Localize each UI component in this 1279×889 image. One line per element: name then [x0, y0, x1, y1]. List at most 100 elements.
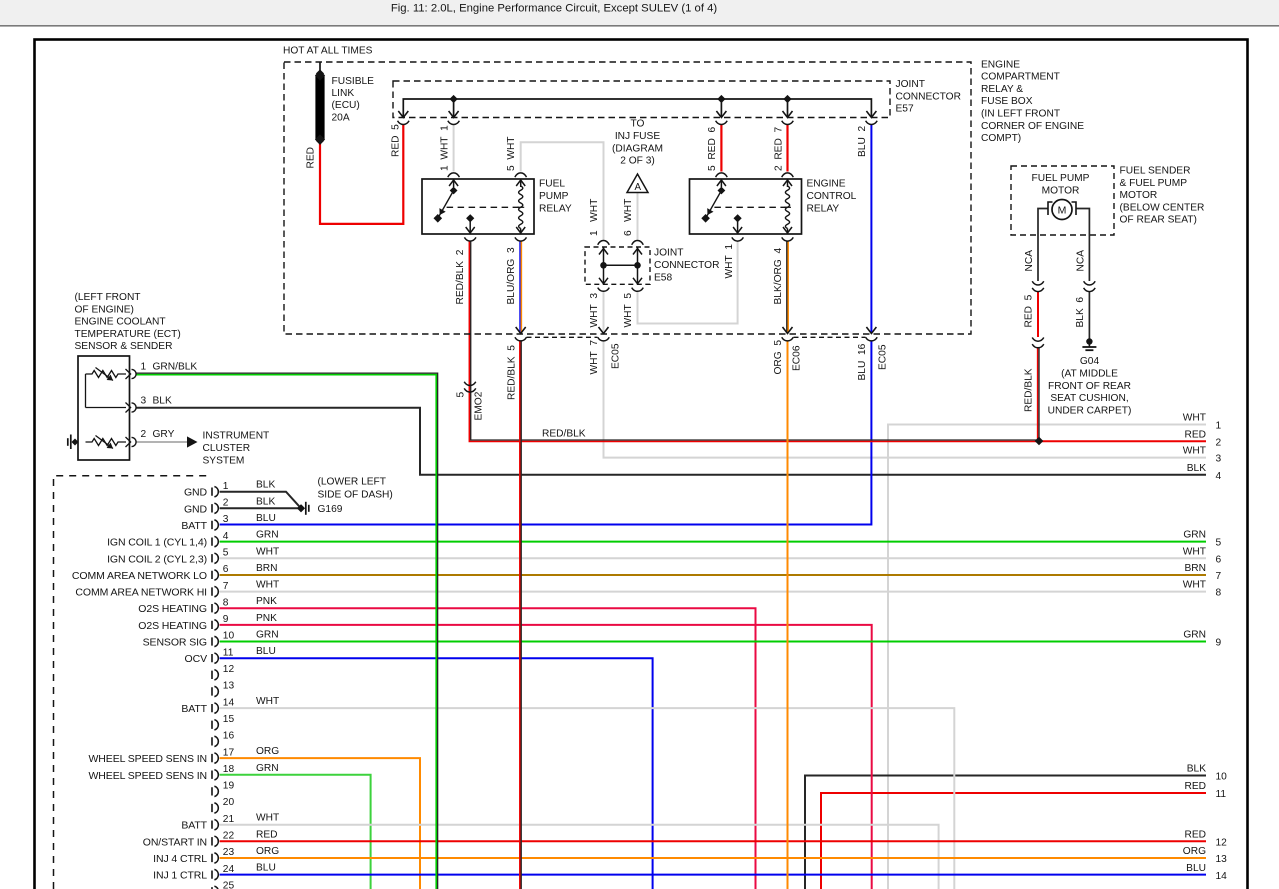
svg-text:BLU 16: BLU 16 — [857, 343, 868, 380]
svg-text:BLU/ORG 3: BLU/ORG 3 — [506, 247, 517, 305]
svg-text:CORNER OF ENGINE: CORNER OF ENGINE — [981, 121, 1084, 132]
svg-text:G169: G169 — [318, 504, 343, 515]
svg-text:17: 17 — [223, 747, 235, 758]
svg-text:BLK: BLK — [1187, 463, 1206, 474]
svg-text:JOINT: JOINT — [896, 79, 925, 90]
svg-text:TEMPERATURE (ECT): TEMPERATURE (ECT) — [75, 329, 181, 340]
svg-text:9: 9 — [1216, 638, 1222, 649]
svg-text:BLK: BLK — [256, 496, 275, 507]
svg-text:10: 10 — [223, 631, 235, 642]
svg-text:ON/START IN: ON/START IN — [143, 836, 207, 848]
svg-text:25: 25 — [223, 881, 235, 889]
svg-text:8: 8 — [223, 597, 229, 608]
svg-text:FUSE BOX: FUSE BOX — [981, 96, 1033, 107]
svg-text:2 RED 7: 2 RED 7 — [773, 127, 784, 171]
svg-text:E57: E57 — [896, 104, 914, 115]
svg-text:1 WHT 1: 1 WHT 1 — [439, 125, 450, 171]
svg-text:WHT: WHT — [1183, 446, 1206, 457]
svg-text:RED 5: RED 5 — [1024, 294, 1035, 327]
svg-text:GND: GND — [184, 487, 208, 499]
svg-text:FUEL: FUEL — [539, 179, 565, 190]
svg-text:RED/BLK 5: RED/BLK 5 — [506, 345, 517, 400]
svg-text:8: 8 — [1216, 588, 1222, 599]
svg-text:JOINT: JOINT — [654, 248, 683, 259]
svg-text:RED: RED — [256, 829, 278, 840]
svg-text:7: 7 — [1216, 571, 1222, 582]
svg-text:CONTROL: CONTROL — [807, 191, 857, 202]
svg-text:5: 5 — [223, 548, 229, 559]
svg-text:1 WHT: 1 WHT — [589, 199, 600, 236]
svg-text:RED/BLK: RED/BLK — [542, 429, 586, 440]
svg-text:ORG: ORG — [1183, 846, 1206, 857]
svg-text:WHT 1: WHT 1 — [724, 244, 735, 279]
svg-text:OF ENGINE): OF ENGINE) — [75, 304, 134, 315]
svg-text:NCA: NCA — [1075, 250, 1086, 272]
svg-text:IGN COIL 1 (CYL 1,4): IGN COIL 1 (CYL 1,4) — [107, 537, 207, 549]
svg-text:FUEL SENDER: FUEL SENDER — [1120, 166, 1191, 177]
svg-text:2: 2 — [1216, 437, 1222, 448]
svg-text:INSTRUMENT: INSTRUMENT — [203, 431, 270, 442]
svg-text:(IN LEFT FRONT: (IN LEFT FRONT — [981, 109, 1060, 120]
svg-text:BLK: BLK — [256, 480, 275, 491]
svg-text:RED: RED — [306, 147, 317, 169]
svg-text:WHEEL SPEED SENS IN: WHEEL SPEED SENS IN — [89, 753, 208, 765]
svg-text:BATT: BATT — [181, 703, 207, 715]
svg-text:BLK: BLK — [1187, 764, 1206, 775]
svg-text:WHT 7: WHT 7 — [589, 340, 600, 375]
svg-text:FUEL PUMP: FUEL PUMP — [1032, 173, 1090, 184]
svg-text:INJ 1 CTRL: INJ 1 CTRL — [153, 870, 207, 882]
svg-text:A: A — [635, 182, 642, 193]
svg-text:CONNECTOR: CONNECTOR — [896, 91, 961, 102]
svg-text:15: 15 — [223, 714, 235, 725]
svg-text:BLK: BLK — [153, 396, 172, 407]
svg-text:WHT: WHT — [256, 696, 279, 707]
svg-text:11: 11 — [223, 647, 234, 658]
svg-text:GRN: GRN — [1183, 630, 1206, 641]
svg-text:PUMP: PUMP — [539, 191, 569, 202]
svg-text:COMPT): COMPT) — [981, 133, 1021, 144]
svg-text:WHT: WHT — [256, 580, 279, 591]
svg-text:ENGINE: ENGINE — [981, 59, 1020, 70]
svg-text:PNK: PNK — [256, 613, 277, 624]
svg-text:FRONT OF REAR: FRONT OF REAR — [1048, 381, 1131, 392]
svg-text:GRY: GRY — [153, 429, 175, 440]
svg-text:COMM AREA NETWORK LO: COMM AREA NETWORK LO — [72, 570, 207, 582]
svg-text:(DIAGRAM: (DIAGRAM — [612, 143, 663, 154]
svg-text:WHT 5: WHT 5 — [623, 293, 634, 328]
svg-text:(ECU): (ECU) — [332, 100, 360, 111]
svg-text:NCA: NCA — [1024, 250, 1035, 272]
svg-text:RELAY &: RELAY & — [981, 84, 1023, 95]
svg-text:O2S HEATING: O2S HEATING — [138, 620, 207, 632]
svg-text:RED: RED — [1184, 830, 1206, 841]
svg-text:5: 5 — [1216, 538, 1222, 549]
svg-text:13: 13 — [1216, 854, 1228, 865]
svg-text:9: 9 — [223, 614, 229, 625]
svg-text:OCV: OCV — [185, 653, 208, 665]
svg-text:EC05: EC05 — [611, 343, 622, 369]
svg-text:RED/BLK: RED/BLK — [1024, 368, 1035, 412]
svg-text:MOTOR: MOTOR — [1042, 186, 1080, 197]
svg-text:SYSTEM: SYSTEM — [203, 456, 245, 467]
svg-text:GRN: GRN — [256, 763, 279, 774]
svg-text:7: 7 — [223, 581, 229, 592]
svg-text:RED: RED — [1184, 781, 1206, 792]
svg-text:BRN: BRN — [256, 563, 278, 574]
svg-text:WHT: WHT — [1183, 413, 1206, 424]
svg-text:Fig. 11: 2.0L, Engine Performa: Fig. 11: 2.0L, Engine Performance Circui… — [391, 3, 718, 15]
svg-text:GRN: GRN — [256, 530, 279, 541]
svg-text:WHT 3: WHT 3 — [589, 293, 600, 328]
svg-text:1: 1 — [1216, 421, 1222, 432]
svg-text:RELAY: RELAY — [807, 203, 840, 214]
svg-text:CONNECTOR: CONNECTOR — [654, 260, 719, 271]
svg-text:INJ 4 CTRL: INJ 4 CTRL — [153, 853, 207, 865]
svg-text:IGN COIL 2 (CYL 2,3): IGN COIL 2 (CYL 2,3) — [107, 553, 207, 565]
svg-text:RED 5: RED 5 — [391, 124, 402, 157]
svg-text:BATT: BATT — [181, 820, 207, 832]
svg-text:SENSOR & SENDER: SENSOR & SENDER — [75, 341, 173, 352]
svg-text:22: 22 — [223, 831, 235, 842]
svg-text:3: 3 — [223, 514, 229, 525]
svg-text:MOTOR: MOTOR — [1120, 190, 1158, 201]
svg-text:BLU: BLU — [256, 513, 276, 524]
svg-text:14: 14 — [223, 697, 235, 708]
svg-text:INJ FUSE: INJ FUSE — [615, 131, 660, 142]
